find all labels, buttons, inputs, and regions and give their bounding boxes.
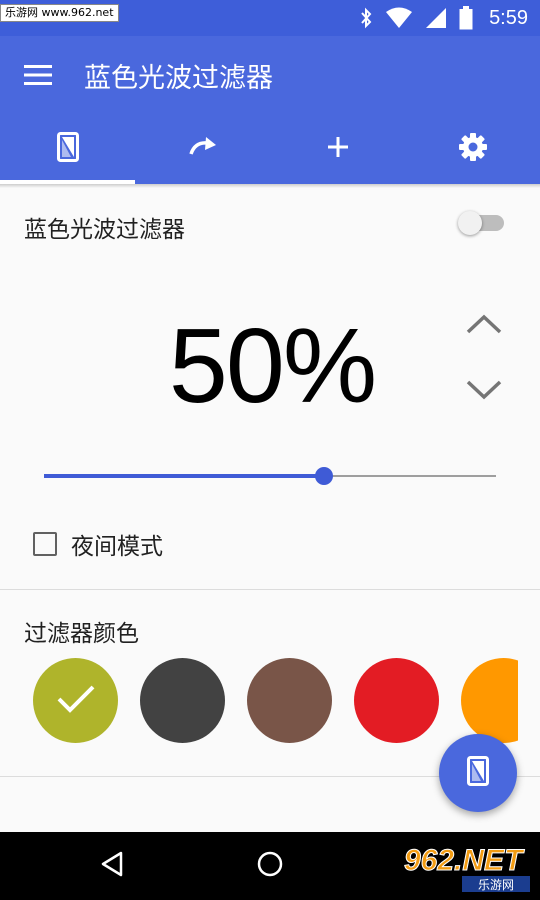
hamburger-menu-icon[interactable] xyxy=(18,55,58,95)
checkmark-icon xyxy=(56,684,96,718)
divider xyxy=(0,589,540,590)
app-title: 蓝色光波过滤器 xyxy=(84,63,273,94)
swatch-olive[interactable] xyxy=(33,658,118,743)
tab-schedule[interactable] xyxy=(135,114,270,184)
logo-subtext: 乐游网 xyxy=(478,878,514,892)
filter-colors-title: 过滤器颜色 xyxy=(24,621,139,647)
fab-filter-button[interactable] xyxy=(439,734,517,812)
tab-settings[interactable] xyxy=(405,114,540,184)
signal-icon xyxy=(425,7,447,29)
filter-toggle-label: 蓝色光波过滤器 xyxy=(24,217,185,243)
night-mode-label: 夜间模式 xyxy=(71,534,163,560)
increase-button[interactable] xyxy=(462,306,506,346)
back-icon xyxy=(99,850,125,882)
filter-toggle-row: 蓝色光波过滤器 xyxy=(0,196,540,256)
navigation-bar: 962.NET 乐游网 xyxy=(0,832,540,900)
slider-fill xyxy=(44,474,324,478)
status-time: 5:59 xyxy=(489,6,528,29)
swatch-brown[interactable] xyxy=(247,658,332,743)
tab-bar-shadow xyxy=(0,184,540,188)
back-button[interactable] xyxy=(90,844,134,888)
home-button[interactable] xyxy=(248,844,292,888)
slider-thumb[interactable] xyxy=(315,467,333,485)
phone-filter-icon xyxy=(467,756,489,790)
swatch-red[interactable] xyxy=(354,658,439,743)
swatch-strip xyxy=(0,658,518,744)
tab-add[interactable] xyxy=(270,114,405,184)
battery-icon xyxy=(459,6,473,30)
status-bar: 乐游网 www.962.net 5:59 xyxy=(0,0,540,36)
home-icon xyxy=(256,850,284,882)
site-logo: 962.NET 乐游网 xyxy=(400,838,534,894)
filter-toggle-switch[interactable] xyxy=(458,209,506,235)
phone-filter-icon xyxy=(56,132,79,166)
chevron-down-icon xyxy=(465,379,503,405)
intensity-percent: 50% xyxy=(168,307,377,425)
wifi-icon xyxy=(385,7,413,29)
chevron-up-icon xyxy=(465,313,503,339)
night-mode-row[interactable]: 夜间模式 xyxy=(30,526,163,562)
logo-text: 962.NET xyxy=(404,844,525,877)
color-swatches xyxy=(0,658,540,744)
swatch-dark-gray[interactable] xyxy=(140,658,225,743)
plus-icon xyxy=(327,136,349,162)
switch-thumb xyxy=(458,211,482,235)
app-bar: 蓝色光波过滤器 xyxy=(0,36,540,114)
night-mode-checkbox[interactable] xyxy=(33,532,57,556)
status-icons: 5:59 xyxy=(359,0,528,36)
watermark: 乐游网 www.962.net xyxy=(0,4,119,22)
tab-filter[interactable] xyxy=(0,114,135,184)
bluetooth-icon xyxy=(359,7,373,29)
redo-arrow-icon xyxy=(187,136,219,162)
gear-icon xyxy=(458,132,488,166)
intensity-slider[interactable] xyxy=(44,466,496,486)
decrease-button[interactable] xyxy=(462,372,506,412)
swatch-orange[interactable] xyxy=(461,658,518,743)
tab-bar xyxy=(0,114,540,184)
